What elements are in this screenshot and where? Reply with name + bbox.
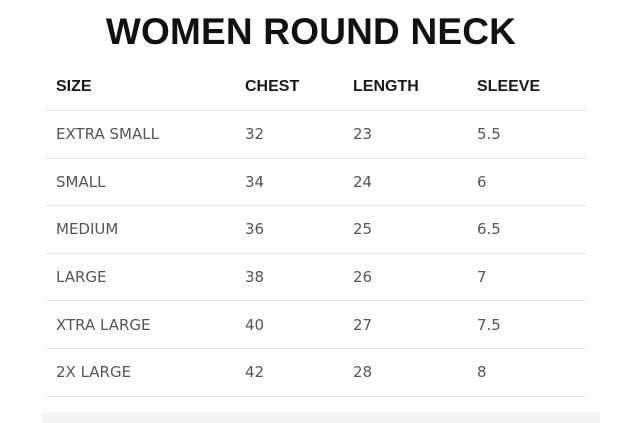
length-cell: 26 <box>353 268 373 287</box>
sleeve-cell: 6.5 <box>477 220 501 239</box>
size-cell: 2X LARGE <box>56 363 132 382</box>
length-cell: 23 <box>353 125 373 144</box>
length-cell: 25 <box>353 220 373 239</box>
table-row: SMALL 34 24 6 <box>45 159 587 207</box>
table-row: MEDIUM 36 25 6.5 <box>45 206 587 254</box>
chest-cell: 42 <box>245 363 265 382</box>
size-cell: MEDIUM <box>56 220 119 239</box>
header-size: SIZE <box>56 78 92 95</box>
chest-cell: 32 <box>245 125 265 144</box>
length-cell: 28 <box>353 363 373 382</box>
sleeve-cell: 5.5 <box>477 125 501 144</box>
sleeve-cell: 7.5 <box>477 315 501 334</box>
table-header-row: SIZE CHEST LENGTH SLEEVE <box>45 64 587 111</box>
header-chest: CHEST <box>245 78 300 95</box>
length-cell: 24 <box>353 172 373 191</box>
page-title: WOMEN ROUND NECK <box>105 11 517 52</box>
table-row: 2X LARGE 42 28 8 <box>45 349 587 397</box>
table-row: EXTRA SMALL 32 23 5.5 <box>45 111 587 159</box>
size-cell: SMALL <box>56 172 106 191</box>
chest-cell: 38 <box>245 268 265 287</box>
chest-cell: 40 <box>245 315 265 334</box>
size-chart-table: SIZE CHEST LENGTH SLEEVE EXTRA SMALL 32 … <box>45 64 587 397</box>
footer-band <box>42 413 600 423</box>
table-row: XTRA LARGE 40 27 7.5 <box>45 301 587 349</box>
chest-cell: 36 <box>245 220 265 239</box>
header-length: LENGTH <box>353 78 419 95</box>
chest-cell: 34 <box>245 172 265 191</box>
length-cell: 27 <box>353 315 373 334</box>
sleeve-cell: 8 <box>477 363 487 382</box>
size-cell: XTRA LARGE <box>56 315 151 334</box>
sleeve-cell: 6 <box>477 172 487 191</box>
header-sleeve: SLEEVE <box>477 78 541 95</box>
sleeve-cell: 7 <box>477 268 487 287</box>
table-row: LARGE 38 26 7 <box>45 254 587 302</box>
size-cell: EXTRA SMALL <box>56 125 159 144</box>
size-cell: LARGE <box>56 268 107 287</box>
